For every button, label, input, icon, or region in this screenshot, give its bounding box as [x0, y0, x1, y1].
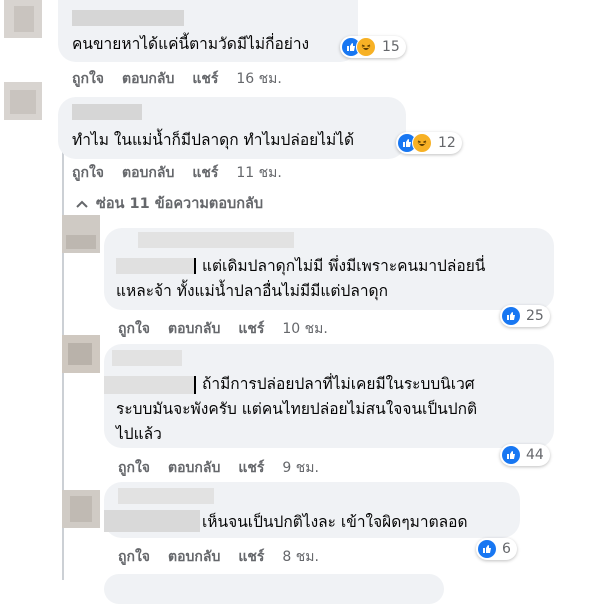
reply-text: ไปแล้ว [116, 425, 162, 443]
reply-text: ถ้ามีการปล่อยปลาที่ไม่เคยมีในระบบนิเวศ [202, 375, 475, 393]
timestamp[interactable]: 8 ชม. [282, 546, 319, 568]
reply-button[interactable]: ตอบกลับ [122, 162, 174, 184]
reaction-count: 12 [438, 135, 456, 151]
like-button[interactable]: ถูกใจ [118, 318, 150, 340]
mention-tag[interactable] [104, 510, 200, 532]
avatar[interactable] [4, 0, 42, 38]
timestamp[interactable]: 11 ชม. [236, 162, 281, 184]
reaction-count: 25 [526, 308, 544, 324]
reply-button[interactable]: ตอบกลับ [168, 457, 220, 479]
reply-actions: ถูกใจ ตอบกลับ แชร์ 8 ชม. [118, 546, 337, 568]
share-button[interactable]: แชร์ [192, 162, 218, 184]
reply-button[interactable]: ตอบกลับ [168, 546, 220, 568]
reply-text: เห็นจนเป็นปกติไงละ เข้าใจผิดๆมาตลอด [202, 513, 468, 531]
reaction-summary[interactable]: 44 [500, 444, 550, 466]
author-name[interactable] [72, 10, 184, 26]
author-name[interactable] [72, 104, 142, 120]
mention-tag[interactable] [116, 258, 196, 274]
reaction-summary[interactable]: 6 [476, 538, 517, 560]
comment-text: ทำไม ในแม่น้ำก็มีปลาดุก ทำไมปล่อยไม่ได้ [72, 131, 355, 149]
mention-tag[interactable] [104, 376, 196, 394]
chevron-up-icon [76, 200, 88, 208]
reply-text: แต่เดิมปลาดุกไม่มี พึ่งมีเพราะคนมาปล่อยน… [202, 257, 486, 275]
author-name[interactable] [138, 232, 294, 248]
author-name[interactable] [118, 488, 214, 504]
comment-text: คนขายหาได้แค่นี้ตามวัดมีไม่กี่อย่าง [72, 35, 310, 53]
share-button[interactable]: แชร์ [238, 546, 264, 568]
reply-button[interactable]: ตอบกลับ [122, 68, 174, 90]
like-icon [502, 446, 520, 464]
reply-button[interactable]: ตอบกลับ [168, 318, 220, 340]
comment-actions: ถูกใจ ตอบกลับ แชร์ 16 ชม. [72, 68, 300, 90]
reaction-summary[interactable]: 25 [500, 305, 550, 327]
avatar[interactable] [62, 490, 100, 528]
hide-replies-link[interactable]: ซ่อน 11 ข้อความตอบกลับ [76, 192, 263, 215]
avatar[interactable] [62, 215, 100, 253]
reply-text: ระบบมันจะพังครับ แต่คนไทยปล่อยไม่สนใจจนเ… [116, 400, 478, 418]
share-button[interactable]: แชร์ [238, 318, 264, 340]
haha-icon [412, 133, 432, 153]
reaction-summary[interactable]: 15 [340, 36, 406, 58]
reply-text: แหละจ้า ทั้งแม่น้ำปลาอื่นไม่มีมีแต่ปลาดุ… [116, 282, 388, 300]
timestamp[interactable]: 16 ชม. [236, 68, 281, 90]
avatar[interactable] [4, 82, 42, 120]
timestamp[interactable]: 10 ชม. [282, 318, 327, 340]
reaction-count: 44 [526, 447, 544, 463]
reply-actions: ถูกใจ ตอบกลับ แชร์ 10 ชม. [118, 318, 346, 340]
timestamp[interactable]: 9 ชม. [282, 457, 319, 479]
reaction-summary[interactable]: 12 [396, 132, 462, 154]
like-button[interactable]: ถูกใจ [118, 546, 150, 568]
like-icon [502, 307, 520, 325]
like-button[interactable]: ถูกใจ [72, 68, 104, 90]
like-button[interactable]: ถูกใจ [72, 162, 104, 184]
like-button[interactable]: ถูกใจ [118, 457, 150, 479]
comment-actions: ถูกใจ ตอบกลับ แชร์ 11 ชม. [72, 162, 300, 184]
hide-replies-label: ซ่อน 11 ข้อความตอบกลับ [96, 196, 264, 212]
reaction-count: 15 [382, 39, 400, 55]
like-icon [478, 540, 496, 558]
avatar[interactable] [62, 335, 100, 373]
reply-actions: ถูกใจ ตอบกลับ แชร์ 9 ชม. [118, 457, 337, 479]
haha-icon [356, 37, 376, 57]
reaction-count: 6 [502, 541, 511, 557]
reply-bubble [104, 574, 444, 604]
share-button[interactable]: แชร์ [238, 457, 264, 479]
author-name[interactable] [112, 350, 182, 366]
share-button[interactable]: แชร์ [192, 68, 218, 90]
